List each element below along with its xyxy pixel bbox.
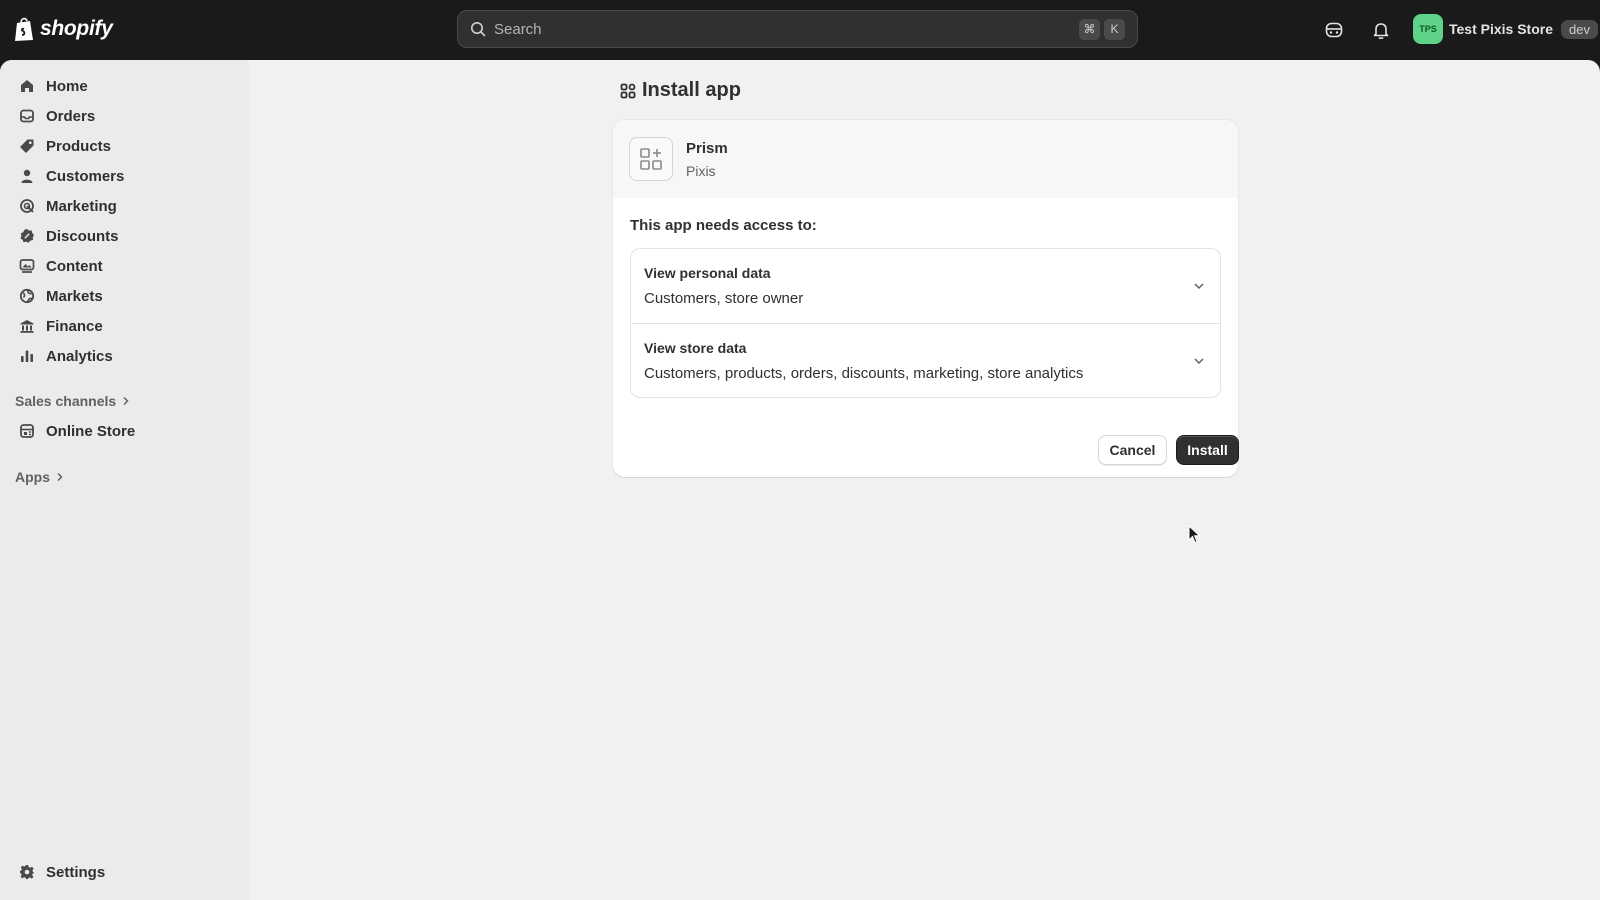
- permission-store-data[interactable]: View store data Customers, products, ord…: [631, 323, 1220, 397]
- sidebar-item-online-store[interactable]: Online Store: [10, 417, 239, 445]
- permission-personal-data[interactable]: View personal data Customers, store owne…: [631, 249, 1220, 323]
- install-button[interactable]: Install: [1176, 435, 1239, 465]
- store-switcher[interactable]: TPS Test Pixis Store dev: [1413, 14, 1598, 44]
- avatar: TPS: [1413, 14, 1443, 44]
- sidebar-item-discounts[interactable]: Discounts: [10, 222, 239, 250]
- sidebar-item-label: Products: [46, 137, 112, 155]
- person-icon: [18, 167, 36, 185]
- bar-chart-icon: [18, 347, 36, 365]
- app-developer: Pixis: [686, 162, 716, 179]
- dev-badge: dev: [1561, 19, 1598, 39]
- store-name: Test Pixis Store: [1449, 21, 1554, 37]
- sidebar-item-orders[interactable]: Orders: [10, 102, 239, 130]
- chevron-right-icon: [57, 472, 63, 482]
- apps-heading[interactable]: Apps: [15, 469, 64, 485]
- app-header: Prism Pixis: [613, 120, 1238, 198]
- sidebar-item-label: Online Store: [46, 422, 136, 440]
- page-title: Install app: [620, 79, 741, 102]
- permission-detail: Customers, store owner: [644, 290, 804, 307]
- chevron-right-icon: [123, 396, 129, 406]
- sidebar-item-label: Home: [46, 77, 88, 95]
- top-bar: shopify Search ⌘ K TPS Test Pixis Store …: [0, 0, 1600, 60]
- sidebar-item-products[interactable]: Products: [10, 132, 239, 160]
- bell-icon[interactable]: [1369, 18, 1393, 42]
- inbox-icon: [18, 107, 36, 125]
- sidebar-item-label: Customers: [46, 167, 125, 185]
- app-name: Prism: [686, 139, 728, 157]
- brand-wordmark: shopify: [40, 17, 113, 40]
- admin-frame: Home Orders Products Customers Marketing: [0, 60, 1600, 900]
- sales-channels-label: Sales channels: [15, 393, 117, 409]
- shortcut-cmd-key: ⌘: [1079, 18, 1100, 40]
- sidekick-icon[interactable]: [1322, 18, 1346, 42]
- sidebar-item-customers[interactable]: Customers: [10, 162, 239, 190]
- permission-detail: Customers, products, orders, discounts, …: [644, 365, 1084, 382]
- shortcut-k-key: K: [1104, 18, 1125, 40]
- shopify-bag-icon: [15, 17, 33, 41]
- sidebar-item-label: Marketing: [46, 197, 117, 215]
- apps-icon: [620, 83, 636, 98]
- access-heading: This app needs access to:: [630, 217, 817, 234]
- target-icon: [18, 197, 36, 215]
- search-icon: [471, 22, 486, 37]
- discount-icon: [18, 227, 36, 245]
- sidebar-item-content[interactable]: Content: [10, 252, 239, 280]
- gear-icon: [18, 863, 36, 881]
- sidebar-item-label: Content: [46, 257, 103, 275]
- permission-title: View personal data: [644, 265, 771, 281]
- sidebar-item-label: Orders: [46, 107, 96, 125]
- globe-icon: [18, 287, 36, 305]
- shopify-logo[interactable]: shopify: [14, 16, 113, 42]
- permission-title: View store data: [644, 340, 747, 356]
- chevron-down-icon[interactable]: [1192, 279, 1206, 293]
- cancel-button[interactable]: Cancel: [1098, 435, 1167, 465]
- apps-label: Apps: [15, 469, 50, 485]
- image-icon: [18, 257, 36, 275]
- sidebar-item-marketing[interactable]: Marketing: [10, 192, 239, 220]
- app-placeholder-icon: [629, 137, 673, 181]
- search-placeholder: Search: [494, 20, 542, 38]
- mouse-cursor-icon: [1188, 525, 1201, 544]
- sidebar-item-label: Markets: [46, 287, 103, 305]
- sidebar-item-analytics[interactable]: Analytics: [10, 342, 239, 370]
- install-card: Prism Pixis This app needs access to: Vi…: [613, 120, 1238, 477]
- sidebar-item-label: Analytics: [46, 347, 113, 365]
- page-title-text: Install app: [642, 79, 741, 101]
- sidebar: Home Orders Products Customers Marketing: [0, 60, 249, 900]
- chevron-down-icon[interactable]: [1192, 354, 1206, 368]
- permissions-list: View personal data Customers, store owne…: [630, 248, 1221, 398]
- sidebar-item-label: Settings: [46, 863, 106, 881]
- storefront-icon: [18, 422, 36, 440]
- home-icon: [18, 77, 36, 95]
- sales-channels-heading[interactable]: Sales channels: [15, 393, 130, 409]
- sidebar-item-home[interactable]: Home: [10, 72, 239, 100]
- search-input[interactable]: Search ⌘ K: [457, 10, 1138, 48]
- tag-icon: [18, 137, 36, 155]
- sidebar-item-settings[interactable]: Settings: [10, 858, 239, 886]
- sidebar-item-markets[interactable]: Markets: [10, 282, 239, 310]
- sidebar-item-finance[interactable]: Finance: [10, 312, 239, 340]
- sidebar-item-label: Discounts: [46, 227, 119, 245]
- bank-icon: [18, 317, 36, 335]
- sidebar-item-label: Finance: [46, 317, 103, 335]
